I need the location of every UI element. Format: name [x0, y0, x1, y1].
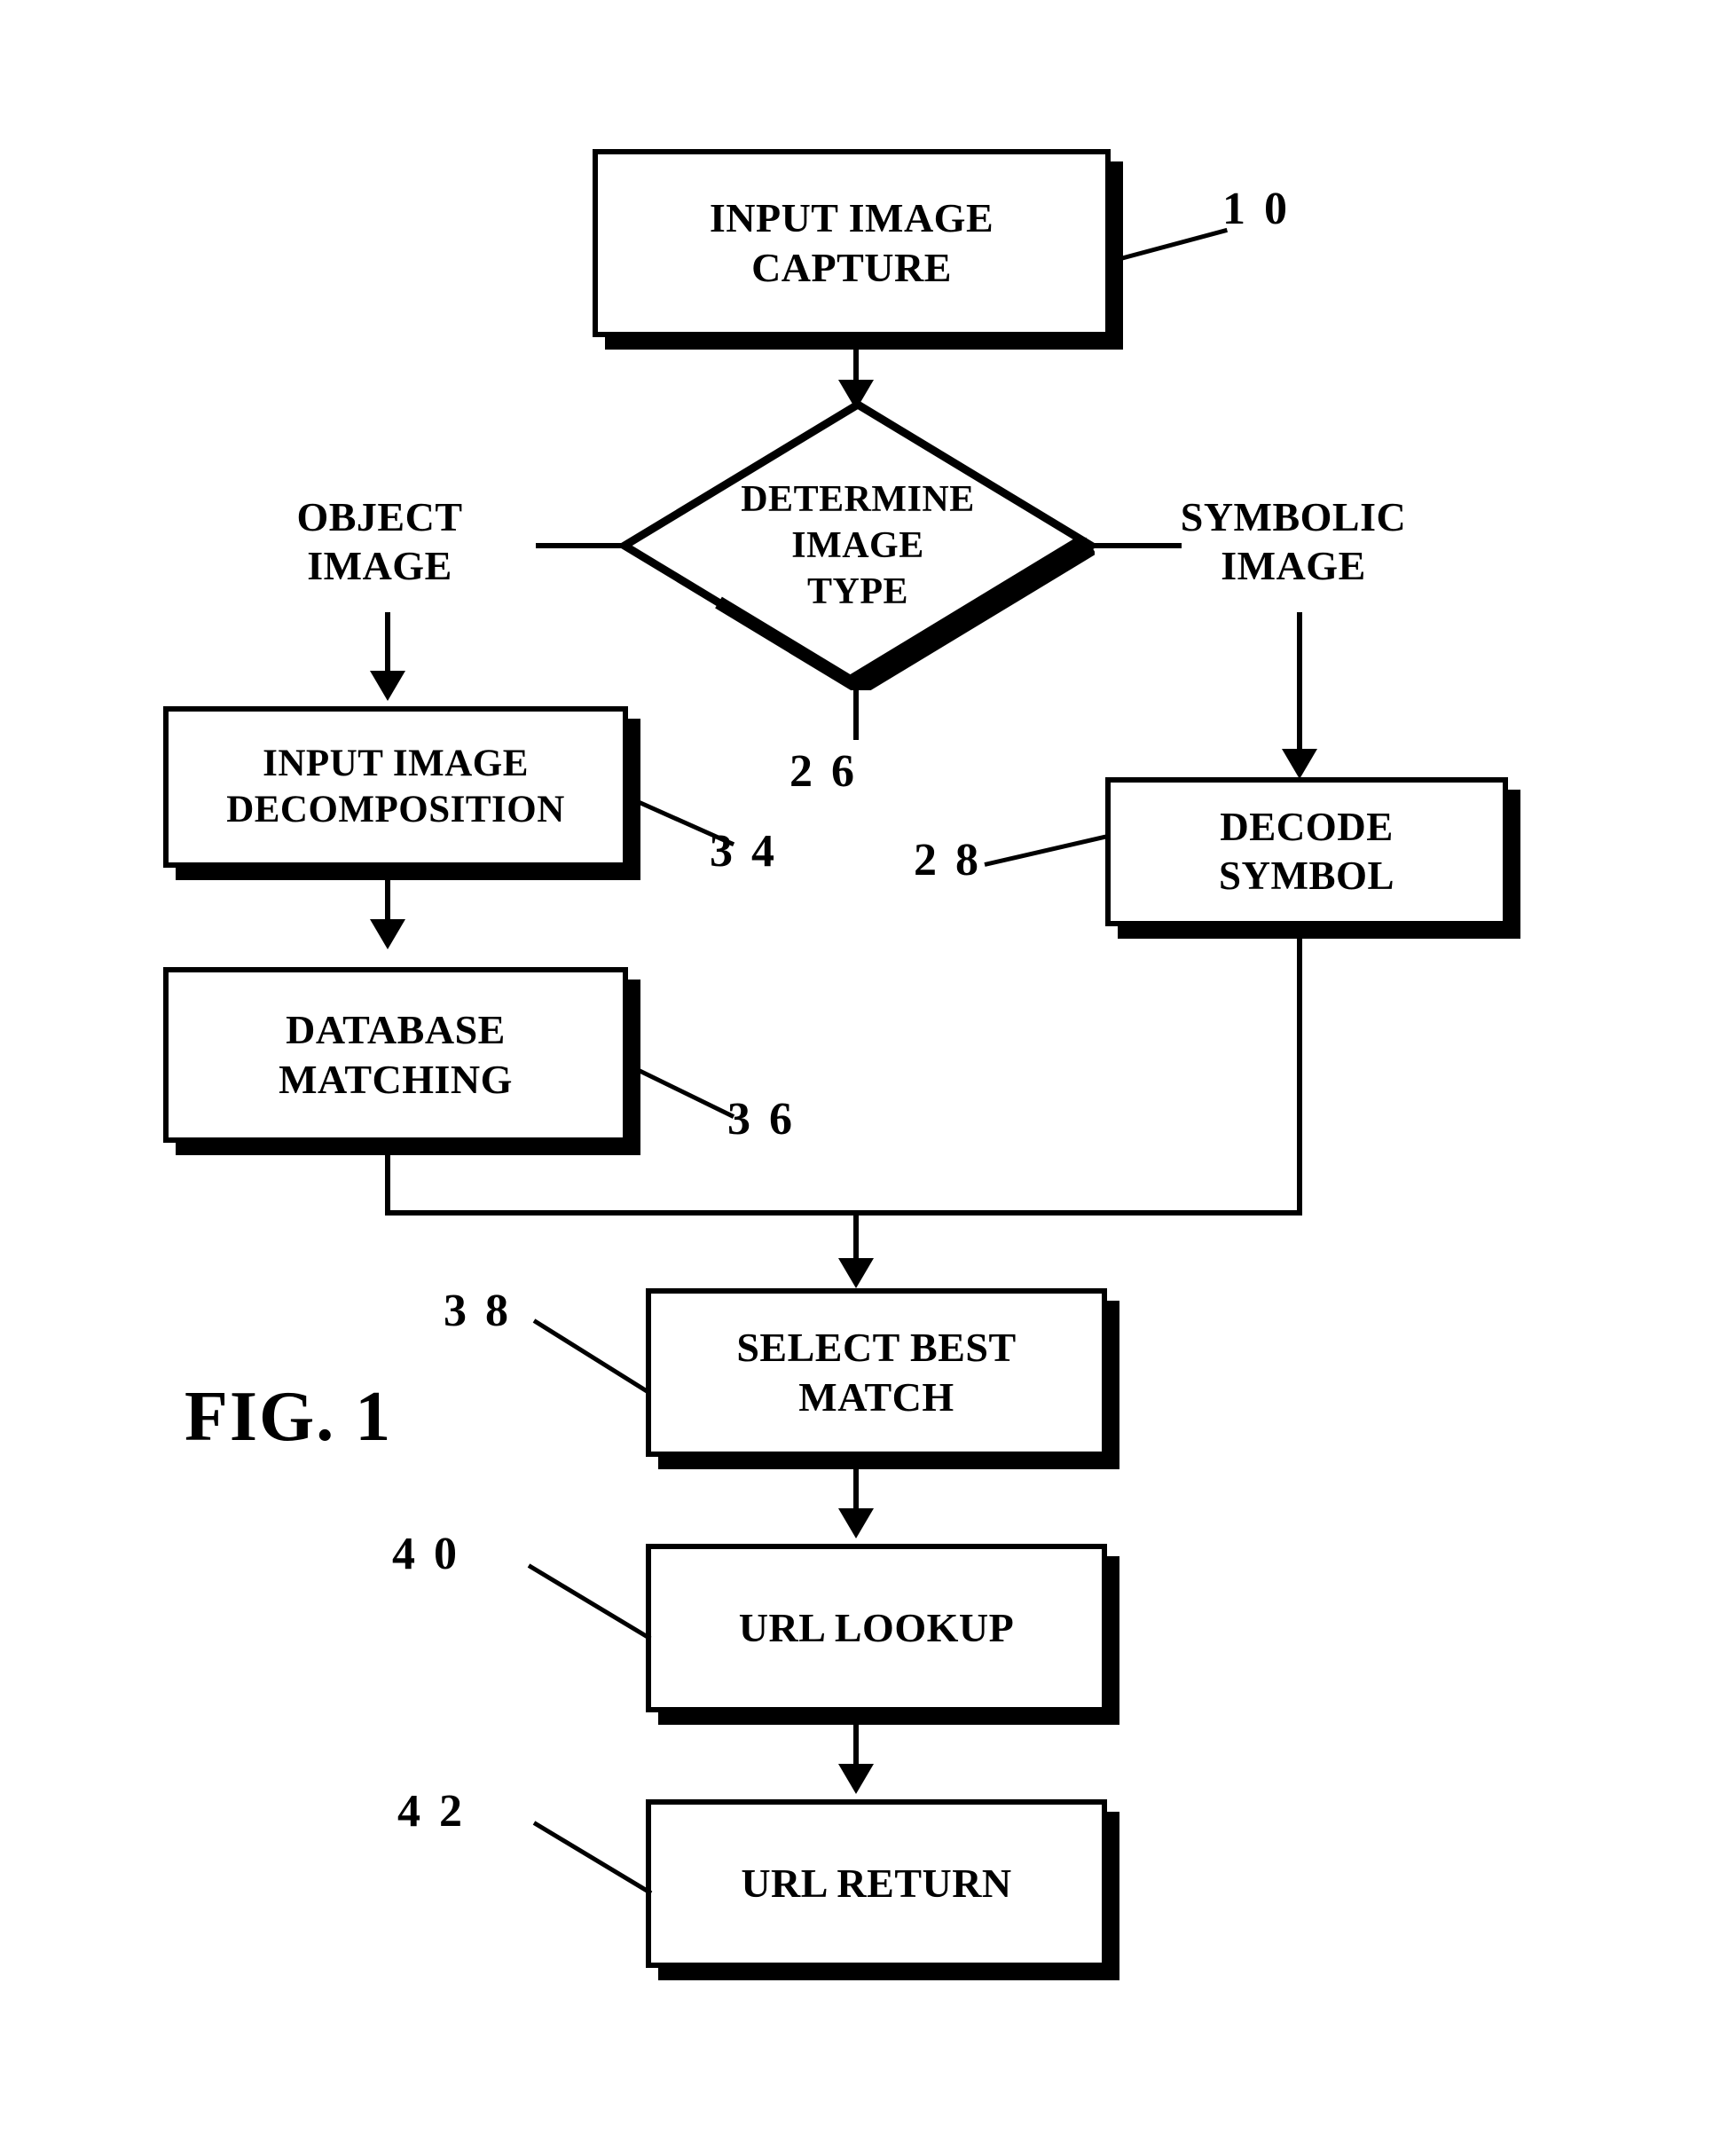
leader-line-38: [532, 1318, 651, 1396]
arrowhead-decomp-to-db: [370, 919, 405, 949]
ref-number-28: 2 8: [914, 835, 982, 885]
node-select-best-match-label: SELECT BEST MATCH: [736, 1324, 1017, 1420]
figure-sheet: INPUT IMAGE CAPTURE 1 0 DETERMINE IMAGE …: [0, 0, 1736, 2148]
node-decode-symbol-label: DECODE SYMBOL: [1218, 805, 1395, 898]
node-database-matching[interactable]: DATABASE MATCHING: [163, 967, 628, 1143]
ref-number-34: 3 4: [710, 826, 778, 877]
leader-line-10: [1110, 227, 1229, 264]
leader-line-36: [630, 1065, 735, 1119]
arrowhead-object-branch-down: [370, 671, 405, 701]
node-determine-image-type[interactable]: DETERMINE IMAGE TYPE: [621, 401, 1095, 690]
branch-label-object-image: OBJECT IMAGE: [296, 494, 463, 589]
ref-number-26: 2 6: [789, 746, 858, 797]
connector-merge-bar: [385, 1210, 1302, 1216]
arrowhead-select-to-lookup: [838, 1508, 874, 1538]
node-select-best-match[interactable]: SELECT BEST MATCH: [646, 1288, 1107, 1457]
connector-decision-left-stub: [536, 543, 628, 548]
ref-number-42: 4 2: [397, 1786, 466, 1837]
node-input-image-capture[interactable]: INPUT IMAGE CAPTURE: [593, 149, 1111, 337]
node-database-matching-label: DATABASE MATCHING: [279, 1006, 513, 1102]
node-input-image-capture-label: INPUT IMAGE CAPTURE: [709, 194, 994, 290]
arrowhead-lookup-to-return: [838, 1764, 874, 1794]
branch-label-symbolic-image: SYMBOLIC IMAGE: [1180, 494, 1407, 589]
ref-number-38: 3 8: [444, 1286, 512, 1336]
node-input-image-decomposition-label: INPUT IMAGE DECOMPOSITION: [226, 742, 565, 830]
leader-line-40: [527, 1563, 652, 1641]
connector-decision-bottom-stub: [853, 685, 859, 740]
connector-symbolic-branch-down: [1297, 612, 1302, 761]
ref-number-40: 4 0: [392, 1529, 460, 1579]
connector-decode-to-merge: [1297, 939, 1302, 1216]
arrowhead-symbolic-branch-down: [1282, 749, 1317, 779]
arrowhead-merge-to-select-best: [838, 1258, 874, 1288]
node-url-return-label: URL RETURN: [741, 1860, 1012, 1906]
node-url-return[interactable]: URL RETURN: [646, 1799, 1107, 1968]
node-url-lookup-label: URL LOOKUP: [738, 1604, 1015, 1650]
ref-number-10: 1 0: [1222, 184, 1291, 234]
ref-number-36: 3 6: [727, 1094, 796, 1145]
node-url-lookup[interactable]: URL LOOKUP: [646, 1544, 1107, 1712]
node-determine-image-type-label: DETERMINE IMAGE TYPE: [741, 478, 975, 613]
node-decode-symbol[interactable]: DECODE SYMBOL: [1105, 777, 1508, 926]
connector-db-to-merge: [385, 1153, 390, 1216]
leader-line-28: [984, 834, 1106, 867]
figure-label: FIG. 1: [185, 1378, 393, 1456]
leader-line-42: [532, 1821, 653, 1895]
node-input-image-decomposition[interactable]: INPUT IMAGE DECOMPOSITION: [163, 706, 628, 868]
